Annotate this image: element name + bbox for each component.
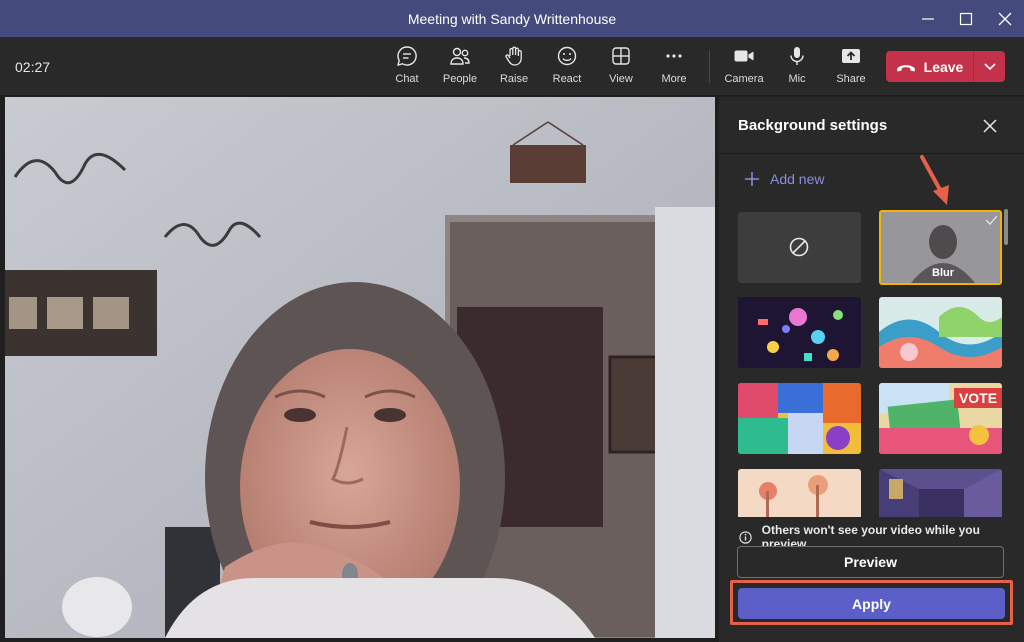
close-icon [983,119,997,133]
react-button[interactable]: React [541,45,593,91]
camera-label: Camera [724,73,764,85]
neon-shapes-image [738,297,861,368]
microphone-icon [790,47,804,65]
hang-up-icon [896,64,915,71]
raise-hand-icon [505,46,522,66]
thumbnail-colorful-waves[interactable] [879,297,1002,368]
leave-options-dropdown[interactable] [974,51,1005,82]
leave-label: Leave [923,58,964,75]
people-button[interactable]: People [434,45,486,91]
add-new-label: Add new [770,171,825,187]
grid-view-icon [612,47,630,65]
info-icon [739,530,752,544]
thumbnail-blur[interactable]: Blur [879,210,1002,285]
preview-label: Preview [844,554,897,570]
preview-button[interactable]: Preview [737,546,1004,578]
camera-button[interactable]: Camera [718,45,770,91]
thumbnail-no-background[interactable] [738,212,861,283]
add-new-background-button[interactable]: Add new [744,167,824,191]
thumbnail-scrollbar[interactable] [1004,209,1008,245]
toolbar-divider [709,51,710,83]
vote-art-image: VOTE [879,383,1002,454]
thumbnail-abstract-collage[interactable] [738,383,861,454]
meeting-timer: 02:27 [15,59,51,75]
title-bar: Meeting with Sandy Writtenhouse [0,0,1024,37]
maximize-icon [959,12,973,25]
raise-hand-button[interactable]: Raise [488,45,540,91]
view-button[interactable]: View [595,45,647,91]
self-video-feed [5,97,715,638]
leave-button-group: Leave [886,51,1005,82]
people-label: People [442,73,478,85]
chevron-down-icon [983,62,996,70]
chat-label: Chat [395,73,419,85]
desert-scene-image [738,469,861,517]
window-title: Meeting with Sandy Writtenhouse [407,10,617,27]
blur-label: Blur [932,267,955,279]
thumbnail-purple-room[interactable] [879,469,1002,517]
vote-text: VOTE [959,390,997,406]
purple-room-image [879,469,1002,517]
background-settings-panel: Background settings Add new Blur VOTE Ot… [719,97,1024,642]
panel-divider [719,153,1024,154]
no-background-icon [789,237,809,257]
share-label: Share [836,73,866,85]
annotation-arrow-icon [920,155,949,205]
close-icon [998,12,1012,25]
more-button[interactable]: More [648,45,700,91]
chat-button[interactable]: Chat [381,45,433,91]
meeting-toolbar: 02:27 Chat People Raise React View More … [0,37,1024,96]
thumbnail-desert-scene[interactable] [738,469,861,517]
minimize-button[interactable] [909,0,947,37]
more-label: More [661,73,687,85]
chat-icon [397,46,417,66]
share-button[interactable]: Share [825,45,877,91]
blur-preview-image: Blur [881,212,1000,283]
close-window-button[interactable] [986,0,1024,37]
thumbnail-vote-art[interactable]: VOTE [879,383,1002,454]
smiley-icon [557,46,577,66]
thumbnail-neon-shapes[interactable] [738,297,861,368]
maximize-button[interactable] [947,0,985,37]
more-dots-icon [666,54,682,58]
background-thumbnail-grid: Blur VOTE [719,207,1024,517]
people-icon [450,47,470,65]
leave-button[interactable]: Leave [886,51,973,82]
apply-button[interactable]: Apply [738,588,1005,619]
react-label: React [552,73,582,85]
raise-label: Raise [499,73,529,85]
panel-title: Background settings [738,117,888,134]
abstract-collage-image [738,383,861,454]
share-screen-icon [842,49,860,63]
mic-button[interactable]: Mic [771,45,823,91]
colorful-waves-image [879,297,1002,368]
close-panel-button[interactable] [979,115,1001,137]
camera-icon [734,50,754,62]
webcam-image [5,97,715,638]
apply-label: Apply [852,595,891,612]
mic-label: Mic [788,73,806,85]
plus-icon [745,172,759,186]
minimize-icon [922,17,934,20]
view-label: View [609,73,633,85]
